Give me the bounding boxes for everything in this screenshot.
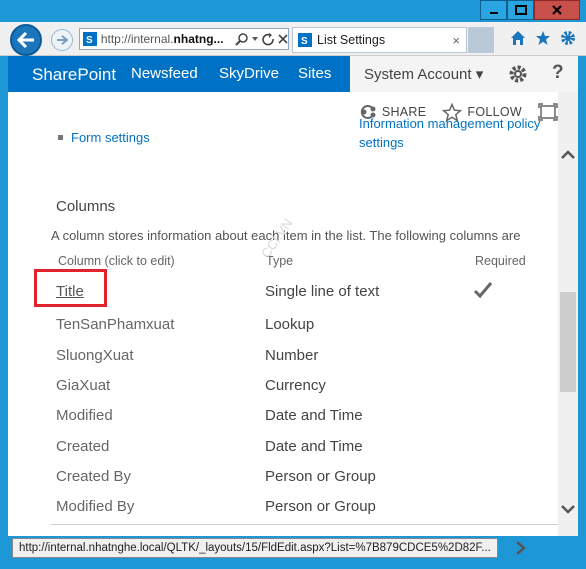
suite-bar-right: System Account ▾ ? <box>350 56 578 92</box>
bullet-icon <box>58 135 63 140</box>
new-tab-button[interactable] <box>468 27 494 53</box>
scroll-up-icon[interactable] <box>561 150 575 160</box>
minimize-button[interactable] <box>480 0 507 20</box>
vertical-scrollbar[interactable] <box>558 92 578 536</box>
maximize-button[interactable] <box>507 0 534 20</box>
sharepoint-brand[interactable]: SharePoint <box>32 65 116 85</box>
sharepoint-suite-bar: SharePoint Newsfeed SkyDrive Sites Syste… <box>8 56 578 92</box>
column-name-link[interactable]: TenSanPhamxuat <box>56 316 174 333</box>
nav-newsfeed[interactable]: Newsfeed <box>131 65 198 82</box>
imp-line-1: Information management policy <box>359 116 541 131</box>
table-row: TenSanPhamxuat Lookup <box>8 316 558 346</box>
address-url: http://internal.nhatng... <box>100 32 224 46</box>
table-row: GiaXuat Currency <box>8 377 558 407</box>
forward-button[interactable] <box>51 29 73 51</box>
window-caption-buttons <box>480 0 580 21</box>
sharepoint-favicon-icon: S <box>298 33 312 47</box>
divider <box>51 524 558 525</box>
nav-skydrive[interactable]: SkyDrive <box>219 65 279 82</box>
column-type: Person or Group <box>265 468 376 485</box>
column-type: Date and Time <box>265 438 363 455</box>
column-type: Single line of text <box>265 283 380 300</box>
column-type: Number <box>265 347 319 364</box>
column-name-link[interactable]: Modified <box>56 407 113 424</box>
stop-icon[interactable] <box>278 34 288 44</box>
checkmark-icon <box>473 282 493 299</box>
column-name-link[interactable]: Created <box>56 438 109 455</box>
svg-text:S: S <box>301 36 308 47</box>
gear-icon[interactable] <box>560 30 576 46</box>
close-icon <box>552 5 562 15</box>
imp-line-2: settings <box>359 135 404 150</box>
title-highlight-box <box>34 269 107 307</box>
close-button[interactable] <box>534 0 580 20</box>
column-type: Date and Time <box>265 407 363 424</box>
column-name-link[interactable]: GiaXuat <box>56 377 110 394</box>
column-header-required: Required <box>475 254 526 268</box>
browser-toolbar: S http://internal.nhatng... S List Setti… <box>0 22 586 56</box>
settings-gear-icon[interactable] <box>508 64 528 84</box>
column-type: Currency <box>265 377 326 394</box>
tab-close-button[interactable]: × <box>452 33 460 48</box>
tab-list-settings[interactable]: S List Settings × <box>292 27 467 53</box>
scroll-down-icon[interactable] <box>561 504 575 514</box>
column-type: Person or Group <box>265 498 376 515</box>
home-icon[interactable] <box>510 30 526 46</box>
table-row: Created Date and Time <box>8 438 558 468</box>
sharepoint-favicon-icon: S <box>83 32 97 46</box>
column-name-link[interactable]: SluongXuat <box>56 347 134 364</box>
dropdown-arrow-icon[interactable] <box>251 35 259 43</box>
address-bar[interactable]: S http://internal.nhatng... <box>79 28 289 50</box>
browser-window: S http://internal.nhatng... S List Setti… <box>0 0 586 569</box>
minimize-icon <box>489 12 498 14</box>
tab-title: List Settings <box>317 33 386 47</box>
svg-text:S: S <box>86 35 93 46</box>
information-management-policy-link[interactable]: Information management policy settings <box>359 116 558 152</box>
column-name-link[interactable]: Created By <box>56 468 131 485</box>
back-button[interactable] <box>10 24 42 56</box>
table-row: SluongXuat Number <box>8 347 558 377</box>
account-menu[interactable]: System Account ▾ <box>364 65 483 83</box>
favorites-star-icon[interactable] <box>535 30 551 46</box>
table-row: Modified Date and Time <box>8 407 558 437</box>
arrow-left-icon <box>17 32 34 48</box>
nav-sites[interactable]: Sites <box>298 65 331 82</box>
column-header-name: Column (click to edit) <box>58 254 175 268</box>
search-icon[interactable] <box>235 32 248 46</box>
help-button[interactable]: ? <box>552 62 564 84</box>
table-row: Created By Person or Group <box>8 468 558 498</box>
column-name-link[interactable]: Modified By <box>56 498 134 515</box>
page-content: SHARE FOLLOW Form settings Information m… <box>8 92 558 536</box>
status-url: http://internal.nhatnghe.local/QLTK/_lay… <box>12 538 498 558</box>
maximize-icon <box>514 5 527 15</box>
scrollbar-thumb[interactable] <box>560 292 576 392</box>
columns-heading: Columns <box>56 198 116 215</box>
scroll-right-icon[interactable] <box>515 541 527 555</box>
refresh-icon[interactable] <box>262 32 275 46</box>
form-settings-item: Form settings <box>58 130 150 145</box>
arrow-right-icon <box>57 35 68 45</box>
form-settings-link[interactable]: Form settings <box>71 130 150 145</box>
column-type: Lookup <box>265 316 315 333</box>
